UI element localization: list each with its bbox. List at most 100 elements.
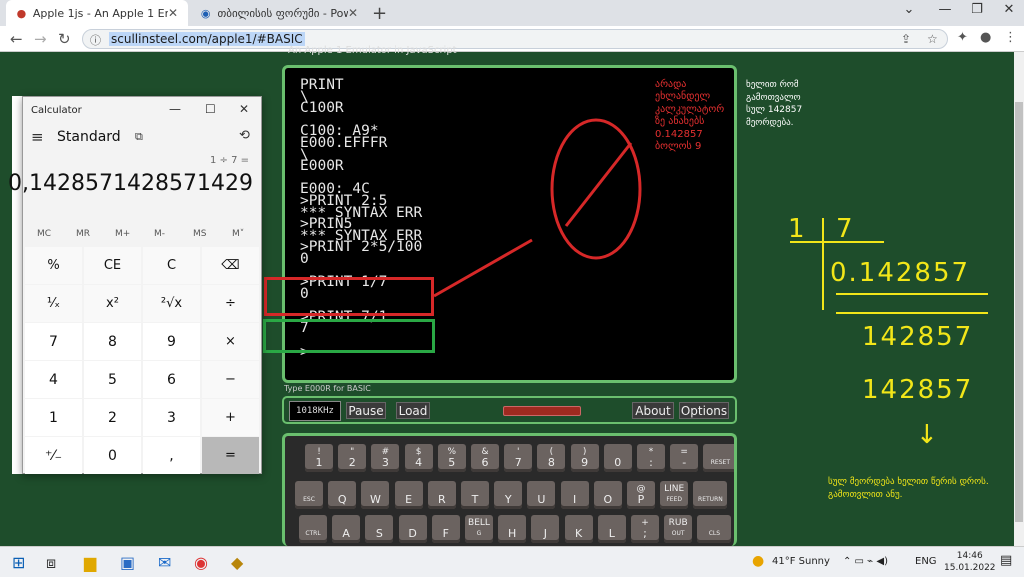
- tab-search-icon[interactable]: ⌄: [894, 2, 924, 17]
- game-icon[interactable]: ◆: [231, 553, 243, 572]
- key-return[interactable]: RETURN: [693, 481, 728, 509]
- task-view-icon[interactable]: ⧈: [46, 553, 56, 573]
- key-j[interactable]: J: [531, 515, 560, 543]
- memory-button-mc[interactable]: MC: [37, 229, 51, 239]
- store-icon[interactable]: ▣: [120, 553, 135, 572]
- calc-button[interactable]: ¹⁄ₓ: [25, 285, 82, 322]
- calc-button[interactable]: 9: [143, 323, 200, 360]
- memory-button-ms[interactable]: MS: [193, 229, 206, 239]
- tab-apple1js[interactable]: ● Apple 1js - An Apple 1 Emulator ✕: [6, 0, 188, 26]
- key-5[interactable]: % 5: [437, 444, 466, 472]
- scrollbar-thumb[interactable]: [1015, 102, 1023, 522]
- key-l[interactable]: L: [597, 515, 626, 543]
- calc-button[interactable]: 8: [84, 323, 141, 360]
- mail-icon[interactable]: ✉: [158, 553, 171, 572]
- key-u[interactable]: U: [527, 481, 556, 509]
- close-icon[interactable]: ✕: [168, 6, 178, 20]
- close-icon[interactable]: ✕: [348, 6, 358, 20]
- new-tab-button[interactable]: +: [372, 3, 387, 24]
- pause-button[interactable]: Pause: [346, 402, 386, 419]
- key-3[interactable]: #3: [371, 444, 400, 472]
- keep-on-top-icon[interactable]: ⧉: [135, 130, 143, 144]
- calc-button[interactable]: %: [25, 247, 82, 284]
- key-i[interactable]: I: [560, 481, 589, 509]
- weather-text[interactable]: 41°F Sunny: [772, 556, 830, 567]
- profile-icon[interactable]: ●: [980, 30, 991, 45]
- close-window-button[interactable]: ✕: [994, 2, 1024, 17]
- key--[interactable]: = -: [670, 444, 699, 472]
- calc-button[interactable]: CE: [84, 247, 141, 284]
- reload-icon[interactable]: ↻: [58, 30, 71, 48]
- extensions-icon[interactable]: ✦: [957, 30, 968, 45]
- key-t[interactable]: T: [461, 481, 489, 509]
- key-6[interactable]: & 6: [471, 444, 499, 472]
- calc-button[interactable]: −: [202, 361, 259, 398]
- key-h[interactable]: H: [498, 515, 527, 543]
- calc-button[interactable]: =: [202, 437, 259, 474]
- key-9[interactable]: ) 9: [570, 444, 599, 472]
- share-icon[interactable]: ⇪: [901, 32, 911, 46]
- url-text[interactable]: scullinsteel.com/apple1/#BASIC: [109, 32, 305, 46]
- start-icon[interactable]: ⊞: [12, 553, 25, 572]
- calc-button[interactable]: +: [202, 399, 259, 436]
- notification-tray-icons[interactable]: ⌃ ▭ ⌁ ◀): [843, 556, 888, 567]
- key-0[interactable]: 0: [603, 444, 632, 472]
- key-esc[interactable]: ESC: [295, 481, 323, 509]
- key-7[interactable]: ' 7: [504, 444, 533, 472]
- minimize-button[interactable]: —: [169, 102, 181, 116]
- maximize-button[interactable]: ☐: [205, 102, 216, 116]
- history-icon[interactable]: ⟲: [239, 128, 250, 143]
- address-bar[interactable]: ⓘ scullinsteel.com/apple1/#BASIC ⇪ ☆: [82, 29, 948, 49]
- calc-button[interactable]: ×: [202, 323, 259, 360]
- calc-button[interactable]: 0: [84, 437, 141, 474]
- about-button[interactable]: About: [632, 402, 674, 419]
- notifications-icon[interactable]: ▤: [1000, 553, 1012, 568]
- key-o[interactable]: O: [593, 481, 622, 509]
- key-4[interactable]: $4: [404, 444, 433, 472]
- calc-button[interactable]: 1: [25, 399, 82, 436]
- file-explorer-icon[interactable]: ▆: [84, 553, 96, 572]
- close-button[interactable]: ✕: [239, 102, 249, 116]
- minimize-button[interactable]: —: [930, 2, 960, 17]
- clock[interactable]: 14:46 15.01.2022: [944, 550, 996, 574]
- key-f[interactable]: F: [431, 515, 460, 543]
- options-button[interactable]: Options: [679, 402, 729, 419]
- hamburger-menu-icon[interactable]: ≡: [31, 128, 44, 146]
- page-scrollbar[interactable]: [1014, 52, 1024, 546]
- key-feed[interactable]: LINE FEED: [660, 481, 689, 509]
- key-cls[interactable]: CLS: [697, 515, 732, 543]
- key-a[interactable]: A: [332, 515, 361, 543]
- key-k[interactable]: K: [564, 515, 593, 543]
- calc-button[interactable]: ⁺⁄₋: [25, 437, 82, 474]
- site-info-icon[interactable]: ⓘ: [90, 32, 101, 48]
- key-e[interactable]: E: [394, 481, 423, 509]
- calc-button[interactable]: x²: [84, 285, 141, 322]
- key-8[interactable]: (8: [537, 444, 566, 472]
- calc-button[interactable]: 2: [84, 399, 141, 436]
- load-button[interactable]: Load: [396, 402, 430, 419]
- chrome-icon[interactable]: ◉: [194, 553, 208, 572]
- calc-button[interactable]: ²√x: [143, 285, 200, 322]
- calc-button[interactable]: 3: [143, 399, 200, 436]
- key-r[interactable]: R: [427, 481, 456, 509]
- key-s[interactable]: S: [365, 515, 394, 543]
- calc-button[interactable]: ÷: [202, 285, 259, 322]
- calc-button[interactable]: 5: [84, 361, 141, 398]
- memory-button-mr[interactable]: MR: [76, 229, 90, 239]
- forward-icon[interactable]: →: [34, 30, 47, 48]
- memory-button-m[interactable]: M˅: [232, 229, 244, 239]
- key-2[interactable]: " 2: [338, 444, 367, 472]
- calc-button[interactable]: ,: [143, 437, 200, 474]
- calc-button[interactable]: 7: [25, 323, 82, 360]
- back-icon[interactable]: ←: [10, 30, 23, 48]
- bookmark-star-icon[interactable]: ☆: [927, 32, 938, 46]
- calc-button[interactable]: 4: [25, 361, 82, 398]
- key-q[interactable]: Q: [328, 481, 357, 509]
- calc-button[interactable]: ⌫: [202, 247, 259, 284]
- key-out[interactable]: RUB OUT: [664, 515, 693, 543]
- memory-button-m-[interactable]: M-: [154, 229, 165, 239]
- key-reset[interactable]: RESET: [703, 444, 734, 472]
- key-1[interactable]: ! 1: [305, 444, 333, 472]
- restore-button[interactable]: ❐: [962, 2, 992, 17]
- calculator-window[interactable]: Calculator — ☐ ✕ ≡ Standard ⧉ ⟲ 1 ÷ 7 = …: [8, 96, 262, 474]
